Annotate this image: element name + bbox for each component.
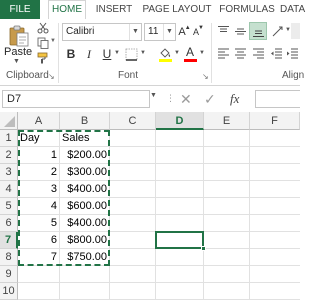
row-header-10[interactable]: 10: [0, 283, 18, 300]
align-center-icon: [234, 48, 246, 58]
ribbon-home: Paste ▼ ▼ Clipboard ↘ Calibri ▼ 11 ▼ A ▲…: [0, 19, 304, 86]
group-separator: [58, 23, 59, 83]
tab-file[interactable]: FILE: [0, 0, 40, 19]
copy-button[interactable]: [36, 36, 50, 50]
row-header-9[interactable]: 9: [0, 266, 18, 283]
borders-button[interactable]: [122, 45, 140, 63]
column-header-d[interactable]: D: [156, 112, 204, 130]
font-size-value: 11: [148, 26, 159, 37]
increase-indent-button[interactable]: [285, 45, 300, 61]
ribbon-tab-bar: FILE HOME INSERT PAGE LAYOUT FORMULAS DA…: [0, 0, 305, 20]
column-header-b[interactable]: B: [60, 112, 110, 130]
format-painter-button[interactable]: [36, 51, 50, 65]
font-color-dropdown-icon[interactable]: ▼: [199, 50, 205, 56]
middle-align-button[interactable]: [232, 23, 248, 39]
font-color-button[interactable]: A: [182, 45, 198, 63]
decrease-indent-button[interactable]: [268, 45, 284, 61]
align-right-icon: [252, 48, 264, 58]
font-launcher-icon[interactable]: ↘: [202, 72, 209, 81]
tab-data[interactable]: DATA: [280, 0, 314, 19]
select-all-icon: [4, 116, 15, 127]
orientation-icon: [272, 26, 282, 36]
enter-icon[interactable]: ✓: [204, 91, 216, 108]
shrink-font-button[interactable]: A ▼: [192, 23, 205, 41]
borders-icon: [125, 48, 137, 61]
middle-align-icon: [234, 28, 246, 34]
font-name-combo[interactable]: Calibri ▼: [62, 23, 142, 41]
underline-dropdown-icon[interactable]: ▼: [114, 50, 120, 56]
wrap-text-button[interactable]: [291, 23, 300, 39]
group-separator: [211, 23, 212, 83]
clipboard-group-label: Clipboard: [6, 70, 49, 81]
chevron-down-icon[interactable]: ▼: [163, 24, 175, 40]
align-left-button[interactable]: [215, 45, 231, 61]
paste-dropdown-icon[interactable]: ▼: [13, 58, 20, 65]
format-painter-icon: [37, 52, 48, 64]
align-right-button[interactable]: [250, 45, 266, 61]
formula-input[interactable]: [255, 90, 300, 108]
chevron-down-icon[interactable]: ▼: [129, 24, 141, 40]
italic-button[interactable]: I: [82, 45, 96, 63]
bottom-align-icon: [252, 30, 264, 37]
copy-marquee: [18, 130, 110, 266]
decrease-indent-icon: [270, 48, 282, 58]
tab-formulas[interactable]: FORMULAS: [218, 0, 276, 19]
row-header-3[interactable]: 3: [0, 164, 18, 181]
paste-icon: [9, 25, 29, 47]
font-name-value: Calibri: [66, 26, 95, 37]
bold-button[interactable]: B: [64, 45, 78, 63]
tab-page-layout[interactable]: PAGE LAYOUT: [142, 0, 212, 19]
copy-icon: [37, 37, 49, 49]
column-header-c[interactable]: C: [110, 112, 156, 130]
alignment-group-label: Align: [282, 70, 305, 81]
borders-dropdown-icon[interactable]: ▼: [140, 50, 146, 56]
orientation-button[interactable]: [269, 23, 285, 39]
insert-function-icon[interactable]: fx: [230, 91, 239, 107]
tab-insert[interactable]: INSERT: [92, 0, 136, 19]
copy-dropdown-icon[interactable]: ▼: [50, 38, 56, 44]
name-box-dropdown-icon[interactable]: ▼: [150, 92, 157, 99]
column-header-e[interactable]: E: [204, 112, 250, 130]
fill-color-dropdown-icon[interactable]: ▼: [174, 50, 180, 56]
formula-bar: D7 ▼ ⋮ ✕ ✓ fx: [0, 86, 300, 113]
font-color-icon: A: [185, 45, 194, 59]
font-group-label: Font: [118, 70, 139, 81]
underline-button[interactable]: U: [100, 45, 114, 63]
fill-color-button[interactable]: [156, 45, 174, 63]
active-cell-d7[interactable]: [155, 231, 204, 249]
cut-button[interactable]: [36, 21, 50, 35]
top-align-icon: [217, 25, 229, 32]
cut-icon: [37, 22, 49, 34]
row-header-8[interactable]: 8: [0, 249, 18, 266]
paste-label[interactable]: Paste: [4, 46, 32, 58]
row-header-7[interactable]: 7: [0, 232, 18, 249]
column-header-f[interactable]: F: [250, 112, 300, 130]
formula-bar-grip-icon: ⋮: [166, 93, 175, 103]
fill-bucket-icon: [158, 47, 172, 62]
name-box[interactable]: D7: [2, 90, 150, 108]
row-header-5[interactable]: 5: [0, 198, 18, 215]
row-header-2[interactable]: 2: [0, 147, 18, 164]
grow-font-button[interactable]: A ▲: [178, 23, 191, 41]
font-color-swatch: [183, 59, 197, 62]
cancel-icon[interactable]: ✕: [180, 91, 192, 108]
tab-home[interactable]: HOME: [48, 0, 86, 20]
font-size-combo[interactable]: 11 ▼: [144, 23, 176, 41]
top-align-button[interactable]: [215, 23, 231, 39]
increase-indent-icon: [287, 48, 298, 58]
column-header-a[interactable]: A: [18, 112, 60, 130]
bottom-align-button[interactable]: [249, 22, 267, 40]
worksheet-grid: A B C D E F 1 2 3 4 5 6 7 8 9 10 Day Sal…: [0, 112, 300, 300]
fill-handle[interactable]: [201, 246, 206, 251]
row-header-1[interactable]: 1: [0, 130, 18, 147]
align-left-icon: [217, 48, 229, 58]
align-center-button[interactable]: [232, 45, 248, 61]
row-header-4[interactable]: 4: [0, 181, 18, 198]
select-all-corner[interactable]: [0, 112, 18, 130]
clipboard-launcher-icon[interactable]: ↘: [48, 72, 55, 81]
row-header-6[interactable]: 6: [0, 215, 18, 232]
